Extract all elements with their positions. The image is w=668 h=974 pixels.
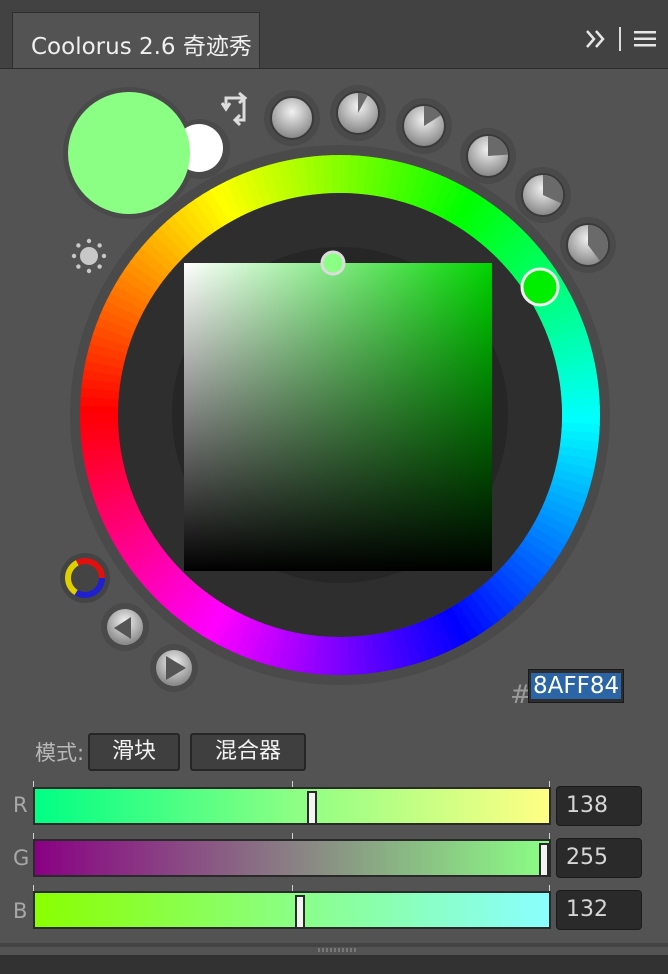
coolorus-panel: Coolorus 2.6 奇迹秀 # 8AFF84 模式: 滑块 混合器 R 1… xyxy=(0,0,668,974)
mixer-mode-button[interactable]: 混合器 xyxy=(190,733,306,771)
double-chevron-right-icon[interactable] xyxy=(583,26,609,52)
sun-icon[interactable] xyxy=(71,238,107,274)
red-slider-track[interactable] xyxy=(33,787,551,825)
resize-grip-icon[interactable] xyxy=(318,948,358,952)
blue-value-field[interactable]: 132 xyxy=(556,890,642,930)
mode-label: 模式: xyxy=(35,741,85,765)
blue-channel-label: B xyxy=(13,899,28,923)
slider-tick xyxy=(549,833,550,839)
red-slider-thumb[interactable] xyxy=(307,791,318,825)
slider-tick xyxy=(549,885,550,891)
hex-value[interactable]: 8AFF84 xyxy=(531,673,622,699)
slider-tick xyxy=(292,781,293,787)
hamburger-menu-icon[interactable] xyxy=(634,30,656,48)
preset-dial-4-icon[interactable] xyxy=(466,134,510,178)
slider-tick xyxy=(33,885,34,891)
red-channel-label: R xyxy=(13,793,28,817)
play-icon[interactable] xyxy=(150,644,198,692)
saturation-value-square[interactable] xyxy=(184,263,492,571)
triangle-mode-icon[interactable] xyxy=(101,603,149,651)
green-slider-track[interactable] xyxy=(33,839,551,877)
preset-dial-1-icon[interactable] xyxy=(270,96,314,140)
green-value-field[interactable]: 255 xyxy=(556,838,642,878)
green-slider-thumb[interactable] xyxy=(539,843,549,877)
slider-tick xyxy=(549,781,550,787)
panel-footer xyxy=(0,955,668,974)
sv-picker-thumb[interactable] xyxy=(320,250,346,276)
color-wheel-area xyxy=(60,85,616,692)
panel-title: Coolorus 2.6 奇迹秀 xyxy=(31,34,252,60)
red-value-field[interactable]: 138 xyxy=(556,786,642,826)
slider-tick xyxy=(292,833,293,839)
blue-slider-thumb[interactable] xyxy=(295,895,306,929)
header-separator xyxy=(619,27,621,51)
hex-input[interactable]: 8AFF84 xyxy=(528,669,624,703)
blue-slider-track[interactable] xyxy=(33,891,551,929)
slider-tick xyxy=(292,885,293,891)
preset-dial-3-icon[interactable] xyxy=(402,104,446,148)
slider-tick xyxy=(33,781,34,787)
slider-tick xyxy=(33,833,34,839)
preset-dial-2-icon[interactable] xyxy=(336,91,380,135)
color-gamut-icon[interactable] xyxy=(60,553,110,603)
panel-bottom-divider xyxy=(0,943,668,947)
foreground-color-swatch[interactable] xyxy=(68,92,190,214)
panel-tab[interactable]: Coolorus 2.6 奇迹秀 xyxy=(12,12,260,68)
hue-picker-thumb[interactable] xyxy=(520,267,560,307)
panel-tabbar: Coolorus 2.6 奇迹秀 xyxy=(0,0,668,69)
swap-arrows-icon[interactable] xyxy=(220,91,248,127)
slider-mode-button[interactable]: 滑块 xyxy=(88,733,180,771)
preset-dial-5-icon[interactable] xyxy=(521,173,565,217)
preset-dial-6-icon[interactable] xyxy=(566,223,610,267)
green-channel-label: G xyxy=(13,846,30,870)
